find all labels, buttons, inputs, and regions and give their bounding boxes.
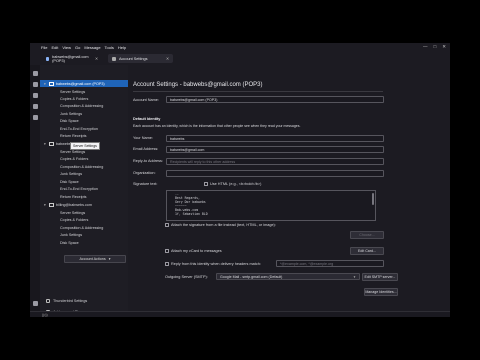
edit-smtp-button[interactable]: Edit SMTP server... <box>362 273 398 281</box>
tree-item-composition[interactable]: Composition & Addressing <box>40 163 128 170</box>
tree-item-composition[interactable]: Composition & Addressing <box>40 224 128 231</box>
chat-icon[interactable] <box>32 115 38 120</box>
email-input[interactable]: babwebs@gmail.com <box>166 146 384 153</box>
menu-edit[interactable]: Edit <box>51 45 58 50</box>
signature-label: Signature text: <box>133 182 158 186</box>
account-name-input[interactable]: babwebs@gmail.com (POP3) <box>166 96 384 103</box>
organization-label: Organization: <box>133 171 156 175</box>
close-tab-icon[interactable]: ✕ <box>166 56 169 61</box>
account-settings-pane: Account Settings - babwebs@gmail.com (PO… <box>128 65 450 317</box>
tree-item-copies-folders[interactable]: Copies & Folders <box>40 95 128 102</box>
account-billing[interactable]: ▾ billing@babwebs.com <box>40 201 128 208</box>
settings-space-icon[interactable] <box>32 301 38 306</box>
reply-to-input[interactable]: Recipients will reply to this other addr… <box>166 158 384 165</box>
chevron-down-icon: ▼ <box>353 274 356 279</box>
tooltip: Server Settings <box>70 142 100 150</box>
thunderbird-window: File Edit View Go Message Tools Help — □… <box>30 43 450 317</box>
tab-bar: babwebs@gmail.com (POP3) ✕ Account Setti… <box>30 52 450 66</box>
tree-item-composition[interactable]: Composition & Addressing <box>40 102 128 109</box>
reply-to-label: Reply-to Address: <box>133 159 163 163</box>
attach-signature-label: Attach the signature from a file instead… <box>171 223 276 227</box>
tree-item-copies-folders[interactable]: Copies & Folders <box>40 216 128 223</box>
menu-file[interactable]: File <box>41 45 47 50</box>
menu-bar: File Edit View Go Message Tools Help <box>30 43 450 52</box>
tab-inbox[interactable]: babwebs@gmail.com (POP3) ✕ <box>42 54 102 63</box>
tree-item-server-settings[interactable]: Server Settings <box>40 88 128 95</box>
tab-account-settings[interactable]: Account Settings ✕ <box>108 54 173 63</box>
tab-account-settings-label: Account Settings <box>119 56 148 61</box>
use-html-label: Use HTML (e.g., <b>bold</b>) <box>210 182 262 186</box>
use-html-checkbox[interactable] <box>204 182 208 186</box>
signature-scrollbar[interactable] <box>371 193 374 205</box>
tree-item-e2e[interactable]: End-To-End Encryption <box>40 185 128 192</box>
reply-from-label: Reply from this identity when delivery h… <box>171 262 261 266</box>
maximize-button[interactable]: □ <box>434 44 437 50</box>
tree-item-server-settings[interactable]: Server Settings <box>40 209 128 216</box>
calendar-icon[interactable] <box>32 93 38 98</box>
gear-icon <box>112 56 116 61</box>
gear-icon <box>46 299 50 303</box>
mail-account-icon <box>49 81 54 86</box>
choose-file-button[interactable]: Choose... <box>350 231 384 239</box>
account-gmail[interactable]: ▾ babwebs@gmail.com (POP3) <box>40 80 128 87</box>
address-book-icon[interactable] <box>32 82 38 87</box>
mail-space-icon[interactable] <box>32 71 38 76</box>
account-tree: ▾ babwebs@gmail.com (POP3) Server Settin… <box>40 65 128 317</box>
tree-item-junk[interactable]: Junk Settings <box>40 170 128 177</box>
tasks-icon[interactable] <box>32 104 38 109</box>
email-label: Email Address: <box>133 147 159 151</box>
tab-inbox-label: babwebs@gmail.com (POP3) <box>52 54 89 63</box>
tree-item-disk-space[interactable]: Disk Space <box>40 178 128 185</box>
close-window-button[interactable]: ✕ <box>442 44 446 50</box>
reply-from-input[interactable]: *@example.com, *@example.org <box>276 260 384 267</box>
menu-help[interactable]: Help <box>118 45 126 50</box>
smtp-label: Outgoing Server (SMTP): <box>165 275 208 279</box>
mail-account-icon <box>49 141 54 146</box>
chevron-down-icon: ▾ <box>44 202 46 207</box>
account-gmail-label: babwebs@gmail.com (POP3) <box>56 81 105 86</box>
page-title: Account Settings - babwebs@gmail.com (PO… <box>133 82 263 88</box>
manage-identities-button[interactable]: Manage Identities... <box>364 288 398 296</box>
chevron-down-icon: ▾ <box>44 141 46 146</box>
menu-go[interactable]: Go <box>75 45 80 50</box>
account-actions-button[interactable]: Account Actions ▾ <box>64 255 126 263</box>
edit-card-button[interactable]: Edit Card... <box>350 247 384 255</box>
menu-view[interactable]: View <box>62 45 71 50</box>
attach-signature-checkbox[interactable] <box>165 223 169 227</box>
section-heading: Default Identity <box>133 117 161 121</box>
thunderbird-settings-link[interactable]: Thunderbird Settings <box>40 297 128 305</box>
tree-item-disk-space[interactable]: Disk Space <box>40 239 128 246</box>
window-controls: — □ ✕ <box>423 44 446 50</box>
tree-item-junk[interactable]: Junk Settings <box>40 231 128 238</box>
minimize-button[interactable]: — <box>423 44 428 50</box>
tree-item-return-receipts[interactable]: Return Receipts <box>40 193 128 200</box>
menu-message[interactable]: Message <box>84 45 100 50</box>
your-name-label: Your Name: <box>133 136 153 140</box>
account-name-label: Account Name: <box>133 98 159 102</box>
vcard-checkbox[interactable] <box>165 249 169 253</box>
close-tab-icon[interactable]: ✕ <box>95 56 98 61</box>
chevron-down-icon: ▾ <box>44 81 46 86</box>
activity-icon: ((•)) <box>42 312 48 317</box>
mail-account-icon <box>49 202 54 207</box>
reply-from-checkbox[interactable] <box>165 262 169 266</box>
divider <box>133 91 383 92</box>
tree-item-e2e[interactable]: End-To-End Encryption <box>40 125 128 132</box>
mail-icon <box>46 56 50 61</box>
vcard-label: Attach my vCard to messages <box>171 249 222 253</box>
your-name-input[interactable]: babwebs <box>166 135 384 142</box>
tree-item-disk-space[interactable]: Disk Space <box>40 117 128 124</box>
tree-item-copies-folders[interactable]: Copies & Folders <box>40 155 128 162</box>
identity-description: Each account has an identity, which is t… <box>133 124 301 128</box>
chevron-down-icon: ▾ <box>108 257 111 261</box>
status-bar: ((•)) <box>30 311 450 317</box>
signature-line: 1f, Sebastian BLD <box>175 212 208 216</box>
tree-item-return-receipts[interactable]: Return Receipts <box>40 132 128 139</box>
menu-tools[interactable]: Tools <box>105 45 114 50</box>
signature-textarea[interactable]: -- Best Regards, Gery Dor babwebs ~~~~~~… <box>166 190 376 221</box>
tree-item-junk[interactable]: Junk Settings <box>40 110 128 117</box>
organization-input[interactable] <box>166 170 384 177</box>
smtp-select[interactable]: Google Mail - smtp.gmail.com (Default) ▼ <box>216 273 360 280</box>
